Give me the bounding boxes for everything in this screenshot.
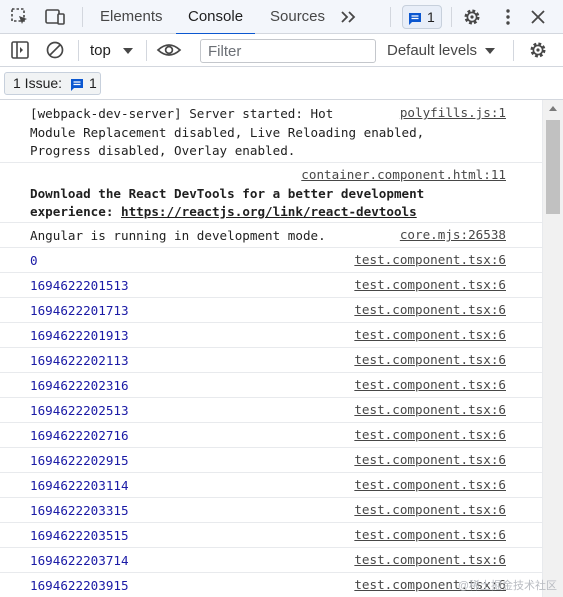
source-link[interactable]: polyfills.js:1 (400, 105, 506, 120)
source-link[interactable]: test.component.tsx:6 (354, 527, 506, 542)
source-link[interactable]: core.mjs:26538 (400, 227, 506, 242)
issues-chip-count: 1 (89, 75, 97, 91)
source-link[interactable]: test.component.tsx:6 (354, 252, 506, 267)
console-toolbar: top Default levels (0, 34, 563, 67)
issues-count: 1 (427, 9, 435, 25)
double-chevron-icon[interactable] (339, 7, 359, 27)
log-row: 1694622201513 test.component.tsx:6 (0, 273, 542, 298)
tab-sources[interactable]: Sources (270, 0, 325, 34)
devtools-tab-bar: Elements Console Sources 1 (0, 0, 563, 35)
source-link[interactable]: test.component.tsx:6 (354, 377, 506, 392)
source-link[interactable]: test.component.tsx:6 (354, 402, 506, 417)
tab-console[interactable]: Console (175, 0, 256, 35)
log-row: 1694622203315 test.component.tsx:6 (0, 498, 542, 523)
context-value: top (90, 42, 111, 59)
log-value: 1694622203114 (30, 478, 129, 493)
source-link[interactable]: test.component.tsx:6 (354, 352, 506, 367)
log-value: 1694622202513 (30, 403, 129, 418)
context-selector[interactable]: top (90, 40, 134, 62)
console-message: container.component.html:11 Download the… (0, 163, 542, 223)
chevron-down-icon (485, 48, 496, 54)
scroll-up-icon[interactable] (549, 106, 557, 111)
log-row: 1694622202113 test.component.tsx:6 (0, 348, 542, 373)
log-row: 1694622202716 test.component.tsx:6 (0, 423, 542, 448)
issues-label: 1 Issue: (13, 75, 63, 91)
clear-console-icon[interactable] (45, 40, 65, 60)
log-value: 1694622203315 (30, 503, 129, 518)
divider (390, 7, 391, 27)
log-value: 1694622202113 (30, 353, 129, 368)
console-message: core.mjs:26538 Angular is running in dev… (0, 223, 542, 248)
log-row: 1694622201713 test.component.tsx:6 (0, 298, 542, 323)
source-link[interactable]: test.component.tsx:6 (354, 427, 506, 442)
source-link[interactable]: test.component.tsx:6 (354, 502, 506, 517)
gear-icon[interactable] (528, 40, 548, 60)
message-text-line: experience: https://reactjs.org/link/rea… (30, 203, 417, 222)
source-link[interactable]: test.component.tsx:6 (354, 552, 506, 567)
log-row: 1694622202316 test.component.tsx:6 (0, 373, 542, 398)
eye-icon[interactable] (156, 40, 182, 60)
source-link[interactable]: test.component.tsx:6 (354, 327, 506, 342)
log-row: 1694622203114 test.component.tsx:6 (0, 473, 542, 498)
issues-counter-button[interactable]: 1 (402, 5, 442, 29)
log-row: 1694622203515 test.component.tsx:6 (0, 523, 542, 548)
log-row: 1694622203714 test.component.tsx:6 (0, 548, 542, 573)
log-value: 1694622201513 (30, 278, 129, 293)
log-value: 1694622202316 (30, 378, 129, 393)
divider (451, 7, 452, 27)
log-row: 1694622202915 test.component.tsx:6 (0, 448, 542, 473)
divider (78, 40, 79, 61)
log-row: 1694622202513 test.component.tsx:6 (0, 398, 542, 423)
log-value: 1694622203515 (30, 528, 129, 543)
message-text: Progress disabled, Overlay enabled. (30, 143, 296, 158)
console-message: polyfills.js:1 [webpack-dev-server] Serv… (0, 100, 542, 163)
message-text: experience: (30, 204, 121, 219)
log-row: 0 test.component.tsx:6 (0, 248, 542, 273)
log-value: 0 (30, 253, 38, 268)
inspect-element-icon[interactable] (10, 7, 30, 27)
log-value: 1694622203915 (30, 578, 129, 593)
log-value: 1694622203714 (30, 553, 129, 568)
issues-bar: 1 Issue: 1 (0, 67, 563, 100)
log-value: 1694622202716 (30, 428, 129, 443)
kebab-menu-icon[interactable] (498, 7, 518, 27)
filter-input[interactable] (200, 39, 376, 63)
message-icon (408, 10, 422, 32)
divider (82, 7, 83, 27)
log-value: 1694622201913 (30, 328, 129, 343)
device-toolbar-icon[interactable] (44, 7, 65, 27)
message-text: Module Replacement disabled, Live Reload… (30, 124, 425, 140)
console-messages: polyfills.js:1 [webpack-dev-server] Serv… (0, 100, 542, 597)
source-link[interactable]: test.component.tsx:6 (354, 302, 506, 317)
sidebar-toggle-icon[interactable] (10, 40, 30, 60)
message-text: [webpack-dev-server] Server started: Hot (30, 106, 334, 121)
message-icon (70, 77, 84, 98)
divider (513, 40, 514, 61)
log-levels-label: Default levels (387, 42, 478, 59)
source-link[interactable]: container.component.html:11 (301, 167, 506, 182)
divider (146, 40, 147, 61)
source-link[interactable]: test.component.tsx:6 (354, 277, 506, 292)
scrollbar-thumb[interactable] (546, 120, 560, 214)
log-levels-dropdown[interactable]: Default levels (387, 40, 496, 62)
log-value: 1694622201713 (30, 303, 129, 318)
log-value: 1694622202915 (30, 453, 129, 468)
source-link[interactable]: test.component.tsx:6 (354, 452, 506, 467)
chevron-down-icon (123, 48, 134, 54)
message-text: Download the React DevTools for a better… (30, 186, 425, 201)
watermark: @稀土掘金技术社区 (457, 580, 557, 592)
source-link[interactable]: test.component.tsx:6 (354, 477, 506, 492)
close-icon[interactable] (528, 7, 548, 27)
tab-elements[interactable]: Elements (100, 0, 163, 34)
vertical-scrollbar[interactable] (542, 100, 563, 597)
log-row: 1694622201913 test.component.tsx:6 (0, 323, 542, 348)
gear-icon[interactable] (462, 7, 482, 27)
devtools-link[interactable]: https://reactjs.org/link/react-devtools (121, 204, 417, 219)
issues-chip[interactable]: 1 Issue: 1 (4, 72, 101, 95)
message-text: Angular is running in development mode. (30, 228, 326, 243)
